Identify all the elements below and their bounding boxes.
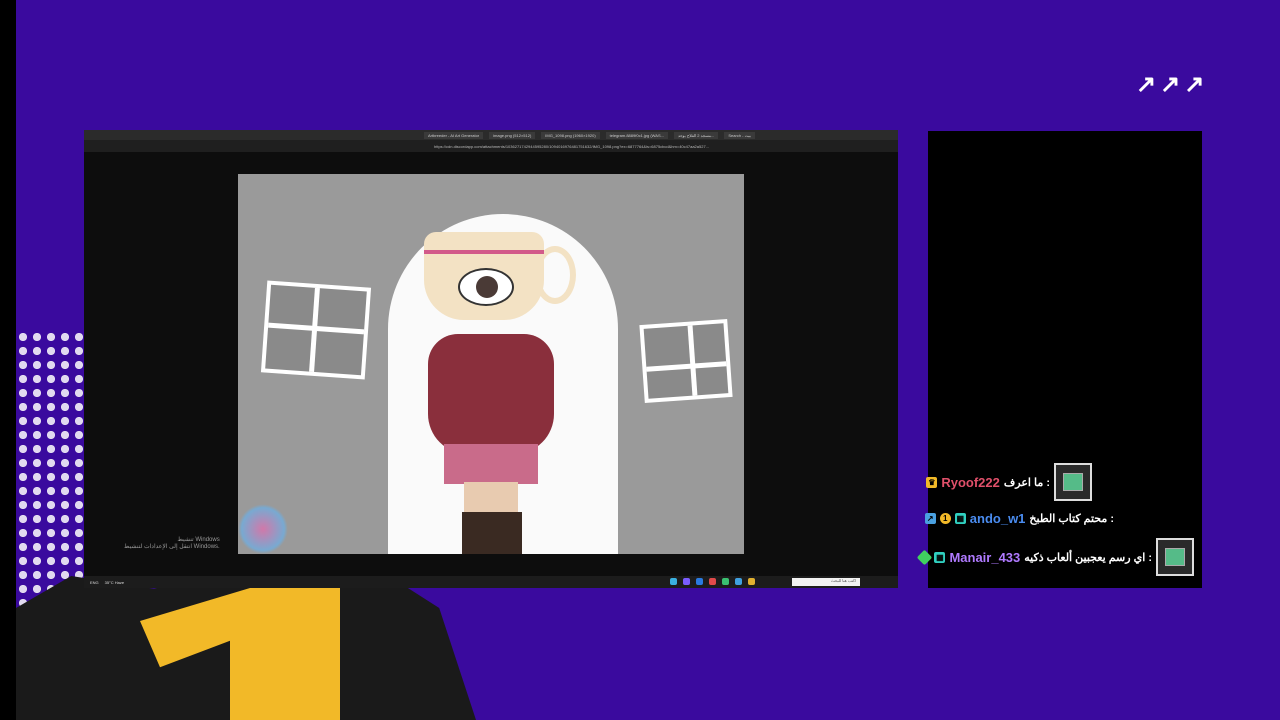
pupil — [476, 276, 498, 298]
windows-activation-notice: تنشيط Windows انتقل إلى الإعدادات لتنشيط… — [124, 536, 220, 550]
chat-username: ando_w1 — [969, 511, 1026, 526]
arrows-logo: ↗↗↗ — [1136, 71, 1209, 98]
activate-title: تنشيط Windows — [177, 537, 220, 543]
browser-tab[interactable]: مسجد 2 الفلاح يوجد... — [673, 131, 719, 139]
cup-pink-stripe — [424, 250, 544, 254]
gold-badge-icon: 1 — [939, 513, 951, 524]
broken-image-icon — [1054, 463, 1092, 501]
edge-icon[interactable] — [735, 578, 742, 585]
colorful-blob — [238, 504, 288, 554]
teacup-head — [424, 232, 544, 320]
app-icon[interactable] — [696, 578, 703, 585]
chat-message: ↗ 1 ▦ ando_w1 محتم كتاب الطبخ : — [924, 511, 1114, 526]
image-viewer: تنشيط Windows انتقل إلى الإعدادات لتنشيط… — [84, 152, 898, 578]
teal-badge-icon: ▦ — [954, 513, 966, 524]
diamond-badge-icon — [917, 549, 933, 565]
chat-username: Ryoof222 — [941, 474, 1000, 490]
taskbar-search-box[interactable]: اكتب هنا للبحث — [792, 578, 860, 586]
address-bar[interactable]: https://cdn.discordapp.com/attachments/1… — [84, 140, 898, 152]
browser-tab[interactable]: telegram.8889f0c1.jpg (WAS... — [605, 131, 668, 139]
left-black-strip — [0, 0, 16, 720]
crown-badge-icon: ♛ — [926, 476, 938, 488]
app-icon[interactable] — [709, 578, 716, 585]
left-window — [260, 280, 372, 380]
browser-tab-bar: Artbreeder - AI Art Generator image.png … — [84, 130, 898, 140]
browser-tab[interactable]: image.png (512×512) — [489, 131, 536, 139]
boots — [462, 512, 522, 554]
chat-message: ▦ Manair_433 اي رسم يعجبين ألعاب ذكيه : — [917, 538, 1194, 576]
badge-icon: ↗ — [924, 513, 936, 524]
windows-taskbar: ENG 35°C Haze اكتب هنا للبحث — [84, 576, 898, 588]
browser-tab[interactable]: IMG_1098.png (1960×1920) — [541, 131, 600, 139]
chat-username: Manair_433 — [949, 549, 1021, 565]
teal-badge-icon: ▦ — [934, 551, 946, 563]
url-text[interactable]: https://cdn.discordapp.com/attachments/1… — [434, 144, 709, 149]
discord-icon[interactable] — [683, 578, 690, 585]
chat-text: محتم كتاب الطبخ : — [1029, 513, 1114, 525]
language-indicator[interactable]: ENG — [90, 580, 99, 585]
activate-subtitle: انتقل إلى الإعدادات لتنشيط Windows. — [124, 544, 220, 550]
shared-screen: Artbreeder - AI Art Generator image.png … — [84, 130, 898, 588]
right-window — [639, 319, 733, 403]
artwork-image — [238, 174, 744, 554]
weather-widget[interactable]: 35°C Haze — [105, 580, 124, 585]
pink-skirt — [444, 444, 538, 484]
app-icon[interactable] — [722, 578, 729, 585]
browser-tab[interactable]: Search - بيت — [724, 131, 755, 139]
folder-icon[interactable] — [748, 578, 755, 585]
eye — [458, 268, 514, 306]
chat-text: اي رسم يعجبين ألعاب ذكيه : — [1024, 551, 1152, 564]
app-icon[interactable] — [670, 578, 677, 585]
taskbar-app-icons — [670, 578, 755, 585]
red-sweater — [428, 334, 554, 454]
browser-tab[interactable]: Artbreeder - AI Art Generator — [424, 131, 484, 139]
chat-message: ♛ Ryoof222 ما اعرف : — [926, 463, 1092, 501]
chat-text: ما اعرف : — [1003, 476, 1050, 489]
broken-image-icon — [1156, 538, 1194, 576]
